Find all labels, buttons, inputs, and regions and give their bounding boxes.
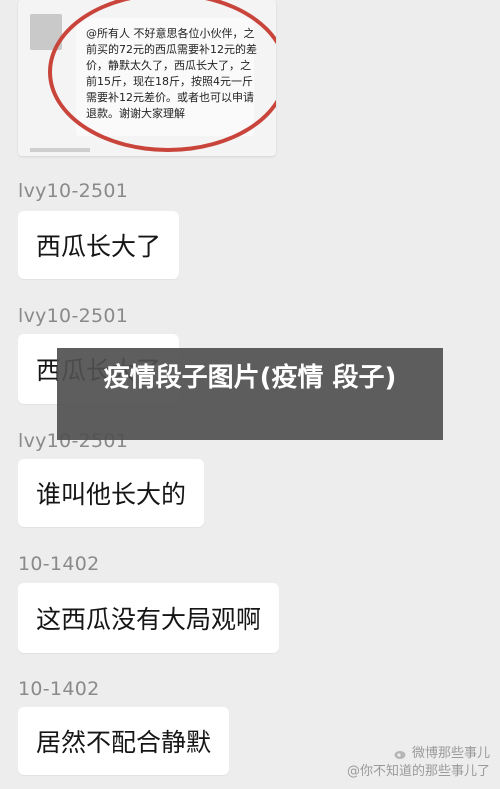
watermark: 微博那些事儿 @你不知道的那些事儿了	[347, 745, 490, 781]
overlay-title: 疫情段子图片(疫情 段子)	[103, 363, 397, 393]
watermark-line1: 微博那些事儿	[411, 746, 490, 761]
message-text: 谁叫他长大的	[36, 480, 187, 509]
weibo-logo-icon	[394, 750, 406, 759]
message-bubble[interactable]: 这西瓜没有大局观啊	[18, 583, 280, 653]
message-text: 居然不配合静默	[36, 728, 212, 757]
sender-name: lvy10-2501	[18, 305, 129, 327]
message-bubble[interactable]: 谁叫他长大的	[18, 459, 205, 527]
sender-name: 10-1402	[18, 678, 100, 700]
message-text: 西瓜长大了	[36, 232, 162, 261]
quoted-footer-bar	[30, 148, 90, 152]
message-text: 这西瓜没有大局观啊	[36, 605, 262, 634]
watermark-line2: @你不知道的那些事儿了	[346, 764, 490, 779]
sender-name: 10-1402	[18, 553, 100, 575]
overlay-caption: 疫情段子图片(疫情 段子)	[57, 348, 443, 440]
quoted-screenshot: @所有人 不好意思各位小伙伴，之前买的72元的西瓜需要补12元的差价，静默太久了…	[18, 0, 276, 156]
message-bubble[interactable]: 居然不配合静默	[18, 707, 230, 775]
sender-name: lvy10-2501	[18, 180, 129, 202]
message-bubble[interactable]: 西瓜长大了	[18, 211, 180, 279]
